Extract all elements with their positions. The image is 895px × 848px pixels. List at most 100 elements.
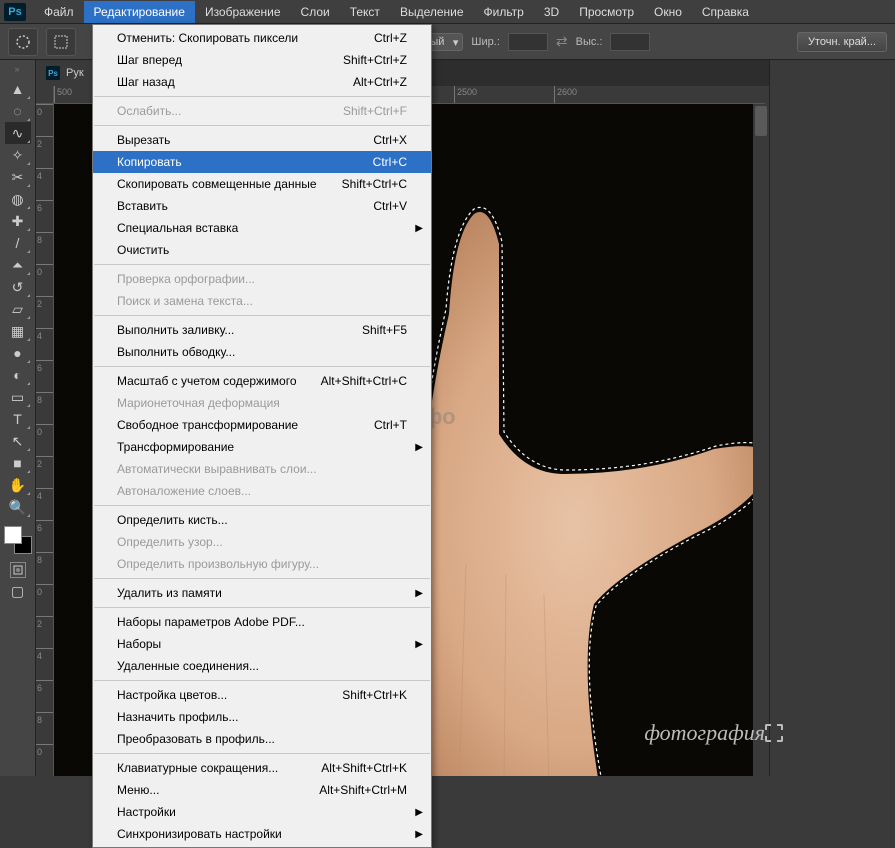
submenu-arrow-icon: ▶ — [415, 586, 423, 602]
menu-item[interactable]: Свободное трансформирование Ctrl+T — [93, 414, 431, 436]
pen-tool[interactable]: ▭ — [5, 386, 31, 408]
menu-item[interactable]: Наборы параметров Adobe PDF... — [93, 611, 431, 633]
menu-item[interactable]: ВставитьCtrl+V — [93, 195, 431, 217]
menu-item-shortcut: Alt+Shift+Ctrl+K — [321, 760, 407, 776]
menu-item-label: Выполнить обводку... — [117, 344, 235, 360]
menu-item[interactable]: КопироватьCtrl+C — [93, 151, 431, 173]
menu-item-label: Меню... — [117, 782, 159, 798]
menu-item-shortcut: Shift+Ctrl+C — [342, 176, 407, 192]
ruler-tick: 2 — [36, 136, 53, 168]
vertical-ruler[interactable]: 024680246802468024680 — [36, 104, 54, 776]
menu-item-shortcut: Ctrl+V — [373, 198, 407, 214]
menu-item[interactable]: Очистить — [93, 239, 431, 261]
ruler-origin[interactable] — [36, 86, 54, 104]
menu-item[interactable]: Шаг впередShift+Ctrl+Z — [93, 49, 431, 71]
move-tool[interactable]: ▲ — [5, 78, 31, 100]
shape-tool[interactable]: ■ — [5, 452, 31, 474]
document-tab[interactable]: Ps Рук — [36, 60, 95, 86]
app-logo: Ps — [4, 3, 26, 21]
menubar-item-0[interactable]: Файл — [34, 1, 84, 23]
menu-item-label: Свободное трансформирование — [117, 417, 298, 433]
menu-item[interactable]: Наборы▶ — [93, 633, 431, 655]
menu-item-label: Шаг назад — [117, 74, 175, 90]
menu-item[interactable]: Скопировать совмещенные данныеShift+Ctrl… — [93, 173, 431, 195]
stamp-tool[interactable]: ⏶ — [5, 254, 31, 276]
menubar-item-8[interactable]: Просмотр — [569, 1, 644, 23]
menu-item[interactable]: Меню...Alt+Shift+Ctrl+M — [93, 779, 431, 801]
menubar-item-2[interactable]: Изображение — [195, 1, 291, 23]
ruler-tick: 2 — [36, 296, 53, 328]
scrollbar-thumb[interactable] — [755, 106, 767, 136]
eyedropper-tool[interactable]: ◍ — [5, 188, 31, 210]
gradient-tool[interactable]: ▦ — [5, 320, 31, 342]
menu-item[interactable]: ВырезатьCtrl+X — [93, 129, 431, 151]
new-selection-icon[interactable] — [46, 28, 76, 56]
history-brush-tool[interactable]: ↺ — [5, 276, 31, 298]
menu-item-shortcut: Alt+Shift+Ctrl+C — [321, 373, 407, 389]
menu-item[interactable]: Шаг назадAlt+Ctrl+Z — [93, 71, 431, 93]
submenu-arrow-icon: ▶ — [415, 805, 423, 821]
menu-item[interactable]: Настройки ▶ — [93, 801, 431, 823]
marquee-tool[interactable]: ◌ — [5, 100, 31, 122]
crop-tool[interactable]: ✂ — [5, 166, 31, 188]
vertical-scrollbar[interactable] — [753, 104, 769, 776]
brush-tool[interactable]: / — [5, 232, 31, 254]
menu-item[interactable]: Определить кисть... — [93, 509, 431, 531]
magic-wand-tool[interactable]: ✧ — [5, 144, 31, 166]
hand-tool[interactable]: ✋ — [5, 474, 31, 496]
menubar-item-9[interactable]: Окно — [644, 1, 692, 23]
menu-item[interactable]: Удалить из памяти▶ — [93, 582, 431, 604]
menu-separator — [94, 607, 430, 608]
panel-drag-handle[interactable]: » — [14, 64, 20, 74]
type-tool[interactable]: T — [5, 408, 31, 430]
ruler-tick: 6 — [36, 520, 53, 552]
height-input[interactable] — [610, 33, 650, 51]
menu-item-label: Автоматически выравнивать слои... — [117, 461, 317, 477]
refine-edge-button[interactable]: Уточн. край... — [797, 32, 887, 52]
menu-item-shortcut: Ctrl+T — [374, 417, 407, 433]
ruler-tick: 4 — [36, 328, 53, 360]
menubar-item-3[interactable]: Слои — [291, 1, 340, 23]
menubar-item-7[interactable]: 3D — [534, 1, 569, 23]
menu-item-label: Удаленные соединения... — [117, 658, 259, 674]
blur-tool[interactable]: ● — [5, 342, 31, 364]
menu-item: Автоматически выравнивать слои... — [93, 458, 431, 480]
menu-item-label: Шаг вперед — [117, 52, 182, 68]
color-swatches[interactable] — [4, 526, 32, 554]
menu-item[interactable]: Отменить: Скопировать пикселиCtrl+Z — [93, 27, 431, 49]
menu-item-label: Проверка орфографии... — [117, 271, 255, 287]
ruler-tick: 2500 — [454, 86, 554, 104]
height-label: Выс.: — [576, 36, 603, 48]
menu-item[interactable]: Выполнить обводку... — [93, 341, 431, 363]
width-label: Шир.: — [471, 36, 499, 48]
menu-item[interactable]: Трансформирование▶ — [93, 436, 431, 458]
tool-preset-icon[interactable] — [8, 28, 38, 56]
dodge-tool[interactable]: ◐ — [5, 364, 31, 386]
menu-item-label: Наборы — [117, 636, 161, 652]
menu-item[interactable]: Удаленные соединения... — [93, 655, 431, 677]
menu-item[interactable]: Синхронизировать настройки▶ — [93, 823, 431, 845]
menubar-item-4[interactable]: Текст — [340, 1, 390, 23]
menu-item[interactable]: Масштаб с учетом содержимогоAlt+Shift+Ct… — [93, 370, 431, 392]
lasso-tool[interactable]: ∿ — [5, 122, 31, 144]
menu-item-shortcut: Shift+F5 — [362, 322, 407, 338]
menu-item[interactable]: Выполнить заливку...Shift+F5 — [93, 319, 431, 341]
width-input[interactable] — [508, 33, 548, 51]
menu-item-label: Настройки — [117, 804, 176, 820]
screen-mode-toggle[interactable]: ▢ — [5, 580, 31, 602]
swap-dimensions-icon[interactable]: ⇄ — [556, 33, 568, 50]
healing-brush-tool[interactable]: ✚ — [5, 210, 31, 232]
menubar-item-1[interactable]: Редактирование — [84, 1, 195, 23]
menubar-item-5[interactable]: Выделение — [390, 1, 474, 23]
foreground-color-swatch[interactable] — [4, 526, 22, 544]
menubar-item-6[interactable]: Фильтр — [474, 1, 534, 23]
menu-item[interactable]: Специальная вставка▶ — [93, 217, 431, 239]
path-tool[interactable]: ↖ — [5, 430, 31, 452]
menu-item[interactable]: Настройка цветов...Shift+Ctrl+K — [93, 684, 431, 706]
zoom-tool[interactable]: 🔍 — [5, 496, 31, 518]
menubar-item-10[interactable]: Справка — [692, 1, 759, 23]
eraser-tool[interactable]: ▱ — [5, 298, 31, 320]
menu-item[interactable]: Преобразовать в профиль... — [93, 728, 431, 750]
quick-mask-toggle[interactable] — [10, 562, 26, 578]
menu-item[interactable]: Назначить профиль... — [93, 706, 431, 728]
